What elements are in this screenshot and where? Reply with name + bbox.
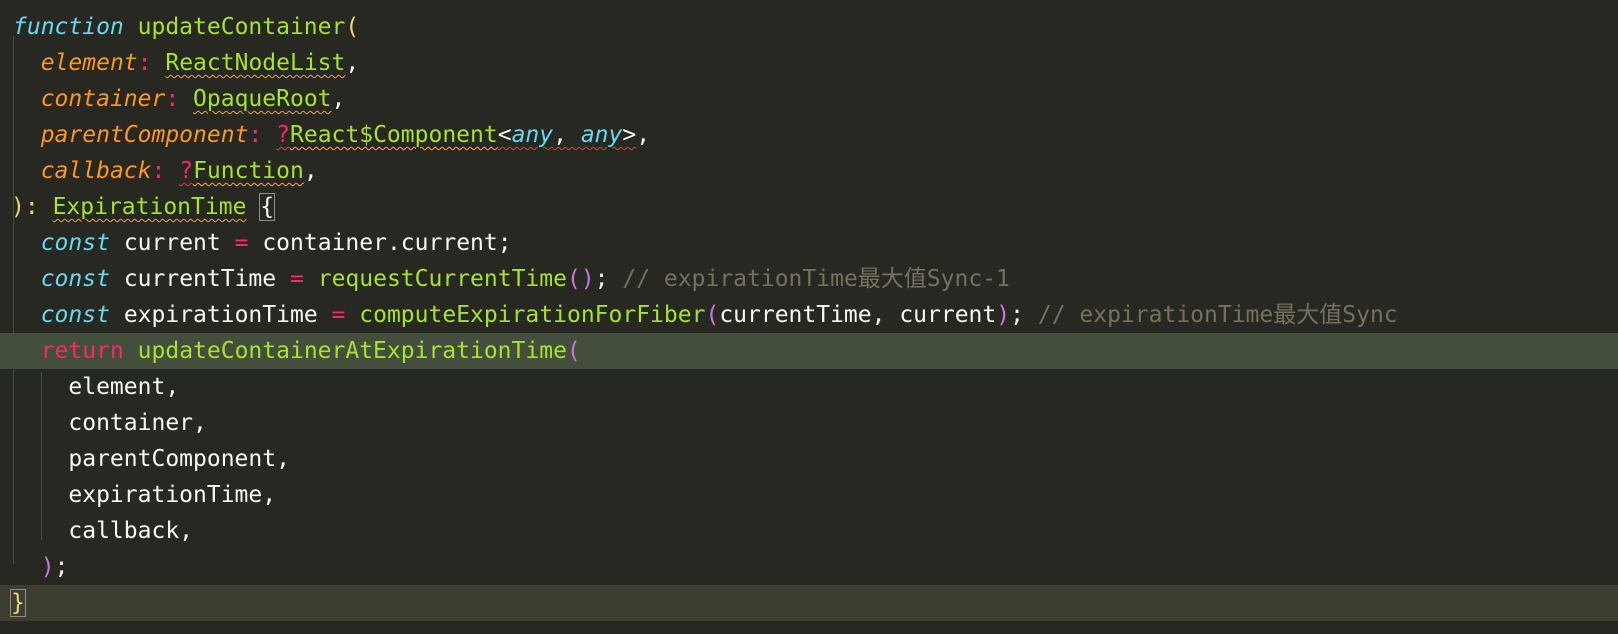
open-brace: { <box>259 193 276 221</box>
semicolon: ; <box>594 266 609 292</box>
comma: , <box>331 86 346 112</box>
code-line-2[interactable]: element: ReactNodeList, <box>0 45 1618 81</box>
var-current-time: currentTime <box>123 266 277 292</box>
code-line-5[interactable]: callback: ?Function, <box>0 153 1618 189</box>
generic-separator: , <box>553 122 581 148</box>
close-paren-return: ): <box>11 194 39 220</box>
var-expiration-time: expirationTime <box>123 302 318 328</box>
code-line-1[interactable]: function updateContainer( <box>0 9 1618 45</box>
call-compute-expiration-for-fiber: computeExpirationForFiber <box>359 302 706 328</box>
type-react-component-expression: ?React$Component<any, any> <box>276 122 636 148</box>
semicolon: ; <box>54 554 69 580</box>
param-element: element <box>40 50 138 76</box>
keyword-function: function <box>13 14 124 40</box>
assign-operator: = <box>234 230 249 256</box>
code-line-14[interactable]: expirationTime, <box>0 477 1618 513</box>
keyword-const: const <box>40 302 110 328</box>
var-current: current <box>123 230 221 256</box>
colon: : <box>248 122 263 148</box>
generic-close: > <box>622 122 637 148</box>
code-line-17[interactable]: } <box>0 585 1618 621</box>
argument-expiration-time: expirationTime, <box>68 482 277 508</box>
code-line-9[interactable]: const expirationTime = computeExpiration… <box>0 297 1618 333</box>
keyword-return: return <box>40 338 124 364</box>
type-function: Function <box>193 158 304 184</box>
call-update-container-at-expiration-time: updateContainerAtExpirationTime <box>137 338 567 364</box>
code-line-15[interactable]: callback, <box>0 513 1618 549</box>
maybe-operator: ? <box>276 122 290 148</box>
type-react-component: React$Component <box>290 122 498 148</box>
argument-parent-component: parentComponent, <box>68 446 290 472</box>
colon: : <box>165 86 180 112</box>
comma: , <box>636 122 651 148</box>
type-react-node-list: ReactNodeList <box>165 50 346 76</box>
semicolon: ; <box>1010 302 1024 328</box>
code-line-7[interactable]: const current = container.current; <box>0 225 1618 261</box>
code-line-16[interactable]: ); <box>0 549 1618 585</box>
keyword-const: const <box>40 266 110 292</box>
type-function-expression: ?Function <box>179 158 304 184</box>
close-brace: } <box>10 589 26 617</box>
call-arguments: currentTime, current <box>719 302 997 328</box>
code-line-4[interactable]: parentComponent: ?React$Component<any, a… <box>0 117 1618 153</box>
code-line-6[interactable]: ): ExpirationTime { <box>0 189 1618 225</box>
comma: , <box>345 50 360 76</box>
argument-element: element, <box>68 374 180 400</box>
param-container: container <box>40 86 166 112</box>
keyword-const: const <box>40 230 110 256</box>
close-paren: ) <box>40 554 55 580</box>
code-line-3[interactable]: container: OpaqueRoot, <box>0 81 1618 117</box>
code-line-11[interactable]: element, <box>0 369 1618 405</box>
open-paren: ( <box>705 302 720 328</box>
generic-open: < <box>497 122 512 148</box>
code-line-8[interactable]: const currentTime = requestCurrentTime()… <box>0 261 1618 297</box>
type-any: any <box>580 122 623 148</box>
code-line-12[interactable]: container, <box>0 405 1618 441</box>
assign-operator: = <box>331 302 346 328</box>
type-expiration-time: ExpirationTime <box>52 194 247 220</box>
expression-container-current: container.current; <box>262 230 512 256</box>
type-any: any <box>511 122 554 148</box>
code-line-13[interactable]: parentComponent, <box>0 441 1618 477</box>
close-paren: ) <box>996 302 1011 328</box>
call-request-current-time: requestCurrentTime <box>317 266 567 292</box>
open-paren: ( <box>345 14 360 40</box>
assign-operator: = <box>290 266 304 292</box>
function-name: updateContainer <box>137 14 346 40</box>
code-line-10[interactable]: return updateContainerAtExpirationTime( <box>0 333 1618 369</box>
argument-callback: callback, <box>68 518 194 544</box>
open-paren: ( <box>566 338 581 364</box>
maybe-operator: ? <box>179 158 194 184</box>
colon: : <box>151 158 166 184</box>
param-parent-component: parentComponent <box>40 122 249 148</box>
colon: : <box>137 50 152 76</box>
param-callback: callback <box>40 158 152 184</box>
code-editor[interactable]: function updateContainer( element: React… <box>0 0 1618 634</box>
comma: , <box>303 158 318 184</box>
type-opaque-root: OpaqueRoot <box>193 86 332 112</box>
argument-container: container, <box>68 410 207 436</box>
comment: // expirationTime最大值Sync-1 <box>622 266 1010 292</box>
call-parens: () <box>566 266 595 292</box>
comment: // expirationTime最大值Sync <box>1037 302 1398 328</box>
